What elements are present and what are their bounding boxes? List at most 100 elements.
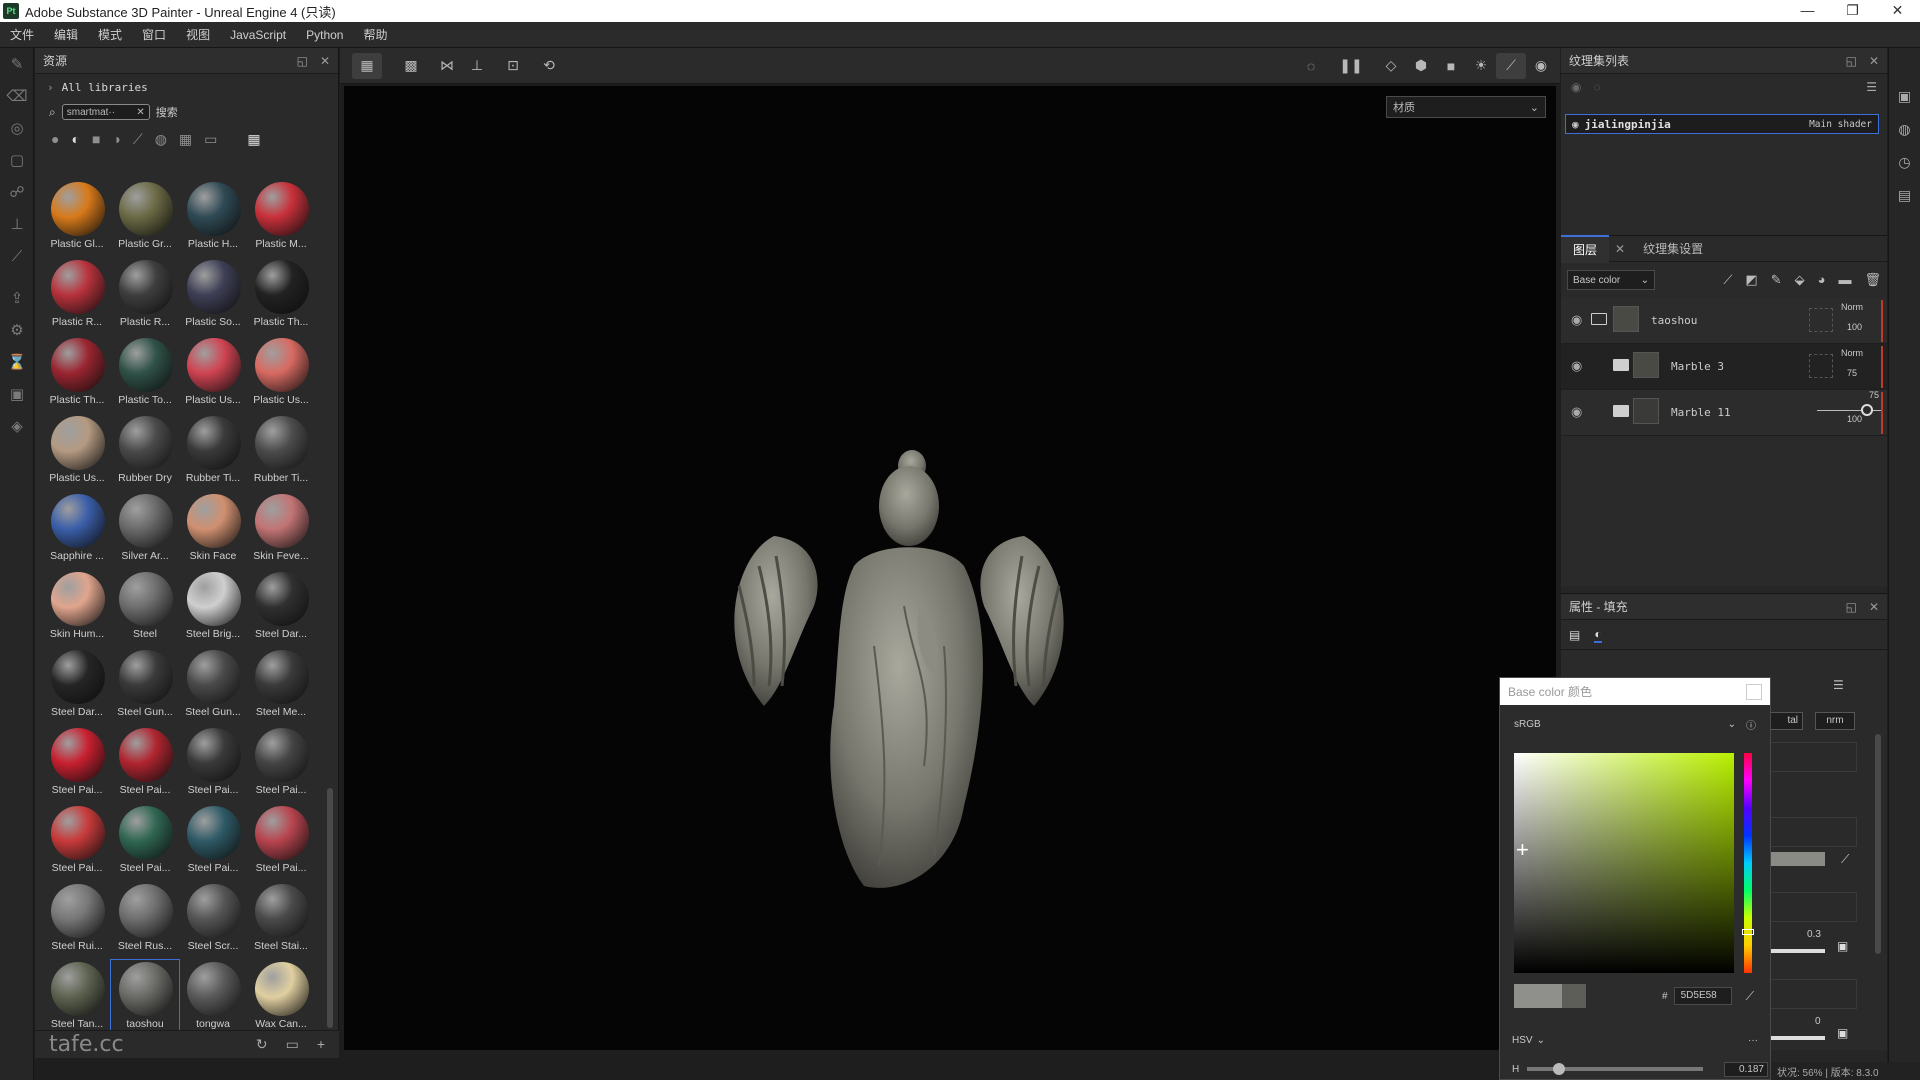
material-thumbnail[interactable]: Steel Me... — [247, 648, 315, 726]
blend-mode[interactable]: Norm — [1841, 302, 1863, 312]
search-input[interactable]: smartmat·· ✕ — [61, 104, 150, 120]
material-thumbnail[interactable]: Plastic Gr... — [111, 180, 179, 258]
eye-icon[interactable]: ◉ — [1572, 118, 1579, 131]
add-paint-layer-icon[interactable]: ✎ — [1771, 272, 1782, 288]
tab-texture-set-settings[interactable]: 纹理集设置 — [1631, 236, 1715, 262]
material-thumbnail[interactable]: Plastic Us... — [179, 336, 247, 414]
menu-help[interactable]: 帮助 — [353, 22, 397, 48]
menu-file[interactable]: 文件 — [0, 22, 44, 48]
menu-window[interactable]: 窗口 — [132, 22, 176, 48]
display-settings-icon[interactable]: ▣ — [0, 378, 34, 410]
hex-input[interactable]: 5D5E58 — [1673, 987, 1732, 1005]
menu-mode[interactable]: 模式 — [88, 22, 132, 48]
texture-slot-icon[interactable]: ▣ — [1837, 939, 1848, 953]
restore-button[interactable]: ❐ — [1830, 0, 1875, 22]
add-icon[interactable]: + — [317, 1036, 325, 1053]
new-folder-icon[interactable]: ▭ — [286, 1036, 299, 1053]
clone-stamp-icon[interactable]: ⊥ — [0, 208, 34, 240]
alpha-filter-icon[interactable]: ▦ — [179, 131, 192, 148]
property-slider-b[interactable] — [1771, 1036, 1825, 1040]
menu-edit[interactable]: 编辑 — [44, 22, 88, 48]
solo-icon[interactable]: ◌ — [1593, 80, 1600, 94]
material-thumbnail[interactable]: Skin Feve... — [247, 492, 315, 570]
camera-icon[interactable]: ■ — [1436, 53, 1466, 79]
add-fill-layer-icon[interactable]: ⬙ — [1795, 272, 1805, 288]
add-mask-icon[interactable]: ◩ — [1745, 272, 1757, 288]
material-thumbnail[interactable]: Steel Pai... — [247, 804, 315, 882]
crosshair-icon[interactable]: + — [1516, 839, 1529, 861]
texture-set-item[interactable]: ◉ jialingpinjia Main shader — [1565, 114, 1879, 134]
material-thumbnail[interactable]: Steel Gun... — [111, 648, 179, 726]
material-thumbnail[interactable]: Silver Ar... — [111, 492, 179, 570]
tiling-icon[interactable]: ▩ — [396, 53, 426, 79]
fill-settings-icon[interactable]: ▤ — [1569, 628, 1580, 642]
hue-slider[interactable] — [1742, 753, 1754, 973]
hue-value-slider[interactable] — [1527, 1063, 1704, 1075]
material-thumbnail[interactable]: Plastic Gl... — [43, 180, 111, 258]
paint-brush-icon[interactable]: ✎ — [0, 48, 34, 80]
material-thumbnail[interactable]: tongwa — [179, 960, 247, 1030]
eraser-icon[interactable]: ⌫ — [0, 80, 34, 112]
material-thumbnail[interactable]: Rubber Dry — [111, 414, 179, 492]
close-window-button[interactable]: ✕ — [1875, 0, 1920, 22]
material-thumbnail[interactable]: Sapphire ... — [43, 492, 111, 570]
eye-icon[interactable]: ◉ — [1571, 358, 1582, 374]
material-thumbnail[interactable]: Steel Pai... — [247, 726, 315, 804]
material-thumbnail[interactable]: Rubber Ti... — [247, 414, 315, 492]
menu-javascript[interactable]: JavaScript — [220, 22, 296, 48]
info-icon[interactable]: ⓘ — [1746, 717, 1756, 732]
align-icon[interactable]: ⊥ — [462, 53, 492, 79]
lighting-icon[interactable]: ☀ — [1466, 53, 1496, 79]
library-breadcrumb[interactable]: › All libraries — [35, 74, 338, 100]
material-filter-icon[interactable]: ● — [51, 131, 59, 147]
material-thumbnail[interactable]: Plastic To... — [111, 336, 179, 414]
property-field[interactable] — [1767, 892, 1857, 922]
material-thumbnail[interactable]: Plastic Us... — [43, 414, 111, 492]
material-thumbnail[interactable]: Steel — [111, 570, 179, 648]
uv-view-icon[interactable]: ▦ — [352, 52, 382, 79]
property-field[interactable] — [1767, 742, 1857, 772]
material-thumbnail[interactable]: Steel Dar... — [247, 570, 315, 648]
add-effect-icon[interactable]: ⟋ — [1723, 272, 1732, 288]
tab-layers[interactable]: 图层 — [1561, 234, 1610, 263]
minimize-button[interactable]: — — [1785, 0, 1830, 22]
shelf-icon[interactable]: ⌛ — [0, 346, 34, 378]
hide-icon[interactable]: ◌ — [1296, 53, 1326, 79]
smart-material-filter-icon[interactable]: ◐ — [71, 131, 79, 147]
material-thumbnail[interactable]: Skin Hum... — [43, 570, 111, 648]
close-tab-icon[interactable]: ✕ — [1615, 242, 1625, 256]
material-thumbnail[interactable]: Steel Pai... — [179, 804, 247, 882]
grid-view-icon[interactable]: ▦ — [247, 131, 260, 148]
screenshot-icon[interactable]: ◉ — [1526, 53, 1556, 79]
property-slider-a[interactable] — [1771, 949, 1825, 953]
eye-icon[interactable]: ◉ — [1571, 312, 1582, 328]
material-thumbnail[interactable]: taoshou — [110, 959, 180, 1030]
close-panel-icon[interactable]: ✕ — [320, 54, 330, 68]
pause-icon[interactable]: ❚❚ — [1336, 53, 1366, 79]
material-thumbnail[interactable]: Plastic So... — [179, 258, 247, 336]
chevron-down-icon[interactable]: ⌄ — [1537, 1035, 1545, 1046]
export-icon[interactable]: ⇪ — [0, 282, 34, 314]
refresh-icon[interactable]: ↻ — [256, 1036, 268, 1053]
blend-mode[interactable]: Norm — [1841, 348, 1863, 358]
material-thumbnail[interactable]: Steel Pai... — [43, 726, 111, 804]
material-thumbnail[interactable]: Plastic Th... — [247, 258, 315, 336]
picker-icon[interactable]: ⟋ — [0, 240, 34, 272]
chevron-down-icon[interactable]: ⌄ — [1728, 719, 1736, 730]
shader-icon[interactable]: ◈ — [0, 410, 34, 442]
float-panel-icon[interactable]: ◱ — [297, 54, 308, 68]
material-thumbnail[interactable]: Plastic Us... — [247, 336, 315, 414]
menu-view[interactable]: 视图 — [176, 22, 220, 48]
material-thumbnail[interactable]: Wax Can... — [247, 960, 315, 1030]
list-options-icon[interactable]: ☰ — [1866, 80, 1877, 94]
property-field[interactable] — [1767, 979, 1857, 1009]
base-color-swatch[interactable] — [1771, 852, 1825, 866]
eyedropper-icon[interactable]: ⟋ — [1746, 989, 1754, 1004]
channel-select[interactable]: Base color ⌄ — [1567, 270, 1655, 290]
material-thumbnail[interactable]: Steel Tan... — [43, 960, 111, 1030]
fit-view-icon[interactable]: ⊡ — [498, 53, 528, 79]
texture-set-list-icon[interactable]: ▣ — [1898, 88, 1911, 105]
properties-scrollbar[interactable] — [1875, 734, 1881, 954]
material-thumbnail[interactable]: Steel Pai... — [111, 804, 179, 882]
smudge-icon[interactable]: ☍ — [0, 176, 34, 208]
